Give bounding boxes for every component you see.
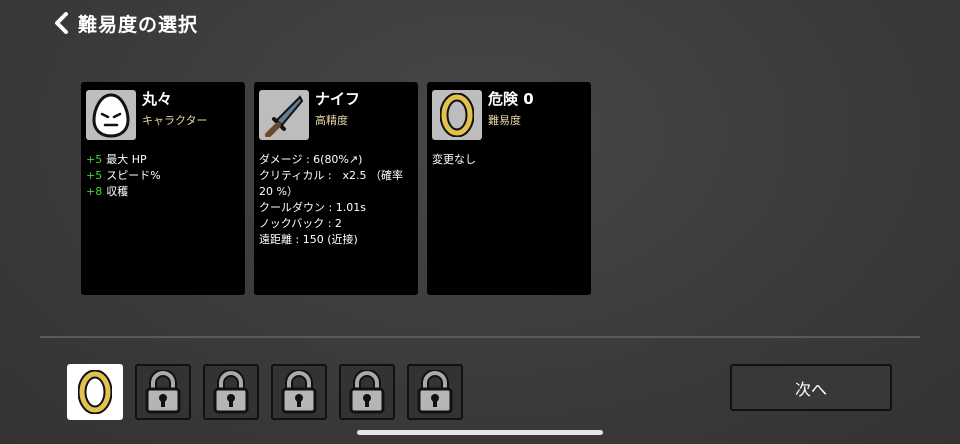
padlock-icon (145, 370, 181, 414)
difficulty-slot-2[interactable] (203, 364, 259, 420)
card-stats: 変更なし (432, 152, 586, 168)
stat-line: +5 最大 HP (86, 153, 147, 166)
card-name: ナイフ (315, 90, 361, 108)
card-stats: ダメージ : 6(80%↗) クリティカル : x2.5 （確率 20 %） ク… (259, 152, 413, 248)
padlock-icon (417, 370, 453, 414)
stat-line: クリティカル : x2.5 （確率 20 %） (259, 169, 404, 198)
padlock-icon (349, 370, 385, 414)
egg-face-icon (92, 93, 130, 138)
page-title: 難易度の選択 (78, 13, 199, 36)
card-name: 丸々 (142, 90, 173, 108)
stat-line: クールダウン : 1.01s (259, 201, 366, 214)
next-button[interactable]: 次へ (730, 364, 892, 411)
difficulty-slot-1[interactable] (135, 364, 191, 420)
stat-line: +8 収穫 (86, 185, 129, 198)
chevron-left-icon (55, 12, 68, 34)
card-stats: +5 最大 HP +5 スピード% +8 収穫 (86, 152, 240, 200)
character-card: 丸々 キャラクター +5 最大 HP +5 スピード% +8 収穫 (81, 82, 245, 295)
weapon-thumb (259, 90, 309, 140)
weapon-card: ナイフ 高精度 ダメージ : 6(80%↗) クリティカル : x2.5 （確率… (254, 82, 418, 295)
card-subtitle: キャラクター (142, 114, 208, 127)
stat-line: 変更なし (432, 153, 476, 166)
danger-ring-icon (78, 370, 112, 414)
difficulty-thumb (432, 90, 482, 140)
card-name: 危険 0 (488, 90, 534, 108)
home-indicator[interactable] (357, 430, 603, 435)
stat-line: +5 スピード% (86, 169, 161, 182)
divider (40, 336, 920, 338)
card-subtitle: 難易度 (488, 114, 521, 127)
difficulty-card: 危険 0 難易度 変更なし (427, 82, 591, 295)
knife-icon (265, 95, 304, 137)
stat-line: ダメージ : 6(80%↗) (259, 153, 363, 166)
difficulty-slot-0[interactable] (67, 364, 123, 420)
difficulty-slot-5[interactable] (407, 364, 463, 420)
difficulty-slot-3[interactable] (271, 364, 327, 420)
padlock-icon (213, 370, 249, 414)
padlock-icon (281, 370, 317, 414)
stat-line: 遠距離 : 150 (近接) (259, 233, 358, 246)
back-button[interactable]: 難易度の選択 (52, 8, 198, 38)
danger-ring-icon (440, 93, 474, 137)
stat-line: ノックバック : 2 (259, 217, 342, 230)
character-thumb (86, 90, 136, 140)
card-subtitle: 高精度 (315, 114, 348, 127)
difficulty-slot-4[interactable] (339, 364, 395, 420)
